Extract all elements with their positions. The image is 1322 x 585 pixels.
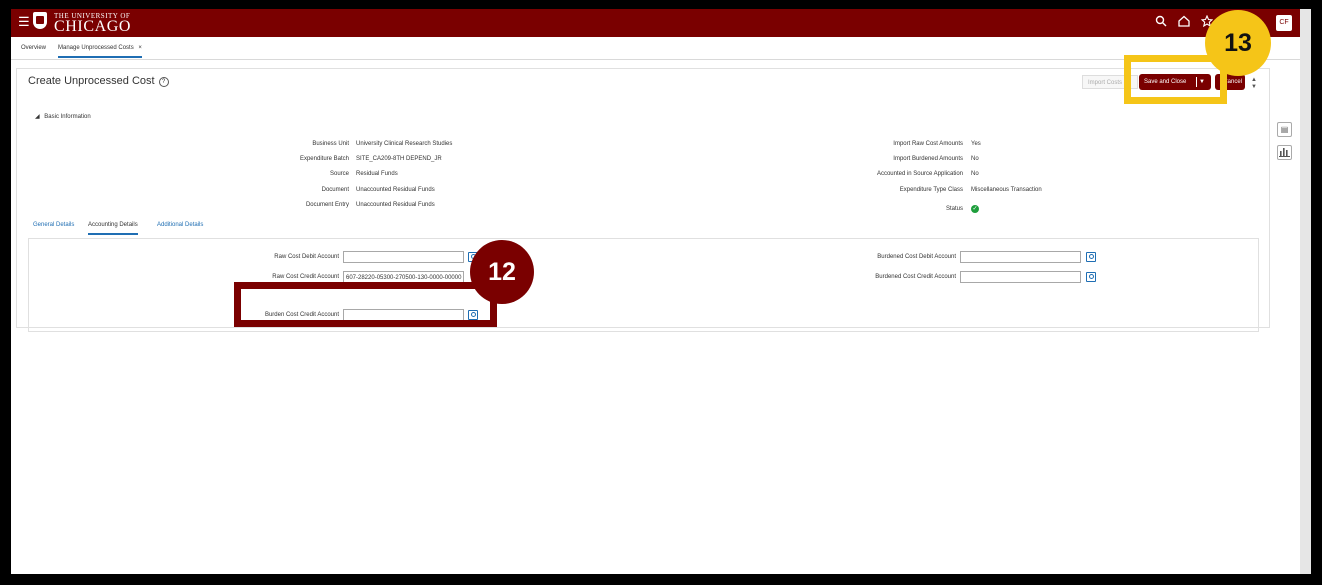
subtab-additional-details[interactable]: Additional Details: [157, 222, 203, 228]
toolbar-overflow-arrows-icon[interactable]: ▲ ▼: [1249, 77, 1259, 91]
accounted-in-source-label: Accounted in Source Application: [876, 171, 963, 177]
status-label: Status: [945, 206, 963, 212]
raw-cost-debit-input[interactable]: [343, 251, 464, 263]
logo-text-large: CHICAGO: [54, 18, 132, 35]
expenditure-type-class-value: Miscellaneous Transaction: [971, 187, 1042, 193]
create-cost-panel: Create Unprocessed Cost? Import Costs Sa…: [16, 68, 1270, 332]
tab-label: Manage Unprocessed Costs: [58, 45, 134, 51]
subtab-general-details[interactable]: General Details: [33, 222, 74, 228]
document-entry-value: Unaccounted Residual Funds: [356, 202, 435, 208]
document-value: Unaccounted Residual Funds: [356, 187, 435, 193]
import-raw-cost-amounts-value: Yes: [971, 141, 981, 147]
analytics-chart-icon[interactable]: [1277, 145, 1292, 160]
collapse-triangle-icon[interactable]: ◢: [35, 114, 40, 120]
document-entry-label: Document Entry: [305, 202, 349, 208]
import-raw-cost-amounts-label: Import Raw Cost Amounts: [893, 141, 963, 147]
section-title: Basic Information: [44, 114, 91, 120]
home-icon[interactable]: [1178, 15, 1190, 30]
page-title: Create Unprocessed Cost?: [28, 75, 169, 87]
callout-12-badge: 12: [470, 240, 534, 304]
search-icon[interactable]: [1155, 15, 1167, 30]
accounting-details-form: Raw Cost Debit Account Raw Cost Credit A…: [28, 238, 1259, 332]
import-burdened-amounts-value: No: [971, 156, 979, 162]
burdened-cost-credit-label: Burdened Cost Credit Account: [875, 274, 956, 280]
status-check-icon: ✓: [971, 205, 979, 213]
detail-sub-tabs: General Details Accounting Details Addit…: [28, 222, 1268, 236]
business-unit-value: University Clinical Research Studies: [356, 141, 453, 147]
user-avatar[interactable]: CF: [1276, 15, 1292, 31]
burdened-cost-debit-search-icon[interactable]: [1086, 252, 1096, 262]
page-title-text: Create Unprocessed Cost: [28, 75, 155, 87]
document-label: Document: [321, 187, 349, 193]
burdened-cost-credit-search-icon[interactable]: [1086, 272, 1096, 282]
app-window: ☰ THE UNIVERSITY OF CHICAGO CF Overview …: [11, 9, 1300, 574]
callout-13-badge: 13: [1205, 10, 1271, 76]
burdened-cost-credit-input[interactable]: [960, 271, 1081, 283]
import-burdened-amounts-label: Import Burdened Amounts: [893, 156, 963, 162]
raw-cost-debit-label: Raw Cost Debit Account: [274, 254, 339, 260]
help-icon[interactable]: ?: [158, 77, 169, 87]
contextual-document-icon[interactable]: ▤: [1277, 122, 1292, 137]
subtab-accounting-details[interactable]: Accounting Details: [88, 222, 138, 235]
basic-information-section[interactable]: ◢ Basic Information: [35, 113, 91, 120]
business-unit-label: Business Unit: [312, 141, 349, 147]
page-tabs: Overview Manage Unprocessed Costs ×: [11, 37, 1300, 60]
expenditure-batch-label: Expenditure Batch: [299, 156, 349, 162]
burdened-cost-debit-label: Burdened Cost Debit Account: [877, 254, 956, 260]
source-label: Source: [329, 171, 349, 177]
university-shield-logo: [33, 12, 47, 29]
burdened-cost-debit-input[interactable]: [960, 251, 1081, 263]
source-value: Residual Funds: [356, 171, 398, 177]
close-tab-icon[interactable]: ×: [138, 45, 142, 51]
menu-icon[interactable]: ☰: [18, 15, 30, 29]
accounted-in-source-value: No: [971, 171, 979, 177]
window-scrollbar[interactable]: [1300, 9, 1311, 574]
expenditure-type-class-label: Expenditure Type Class: [899, 187, 963, 193]
tab-manage-unprocessed-costs[interactable]: Manage Unprocessed Costs ×: [58, 45, 142, 58]
expenditure-batch-value: SITE_CA209-8TH DEPEND_JR: [356, 156, 442, 162]
global-header: ☰ THE UNIVERSITY OF CHICAGO CF: [11, 9, 1300, 37]
callout-12-highlight: [234, 282, 497, 327]
tab-overview[interactable]: Overview: [21, 45, 46, 51]
raw-cost-credit-label: Raw Cost Credit Account: [272, 274, 339, 280]
